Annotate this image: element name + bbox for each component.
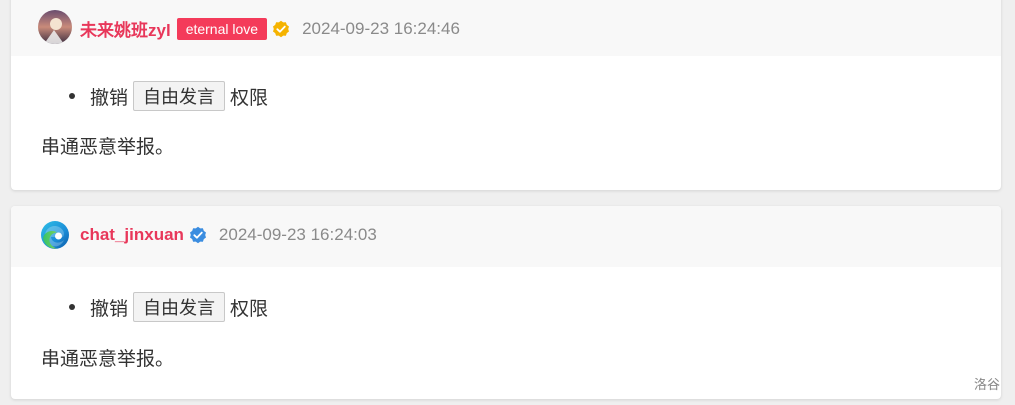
- timestamp: 2024-09-23 16:24:46: [302, 18, 460, 38]
- permission-tag: 自由发言: [133, 81, 226, 111]
- site-watermark: 洛谷: [973, 377, 1000, 392]
- username-link[interactable]: 未来姚班zyl: [80, 16, 171, 41]
- action-text: 撤销: [90, 298, 129, 320]
- list-item: 撤销 自由发言 权限: [69, 292, 268, 322]
- bullet-icon: [69, 304, 75, 310]
- permission-tag: 自由发言: [133, 292, 226, 322]
- card-header: chat_jinxuan 2024-09-23 16:24:03: [11, 206, 1001, 267]
- edge-logo-icon: [41, 221, 69, 249]
- reason-text: 串通恶意举报。: [41, 349, 175, 370]
- avatar[interactable]: [40, 220, 70, 250]
- suffix-text: 权限: [230, 298, 269, 320]
- suffix-text: 权限: [230, 87, 269, 109]
- action-text: 撤销: [90, 87, 129, 109]
- avatar-image: [38, 10, 72, 44]
- avatar[interactable]: [38, 10, 72, 44]
- record-card: 未来姚班zyl eternal love 2024-09-23 16:24:46…: [11, 0, 1001, 190]
- card-header: 未来姚班zyl eternal love 2024-09-23 16:24:46: [11, 0, 1001, 56]
- bullet-icon: [69, 93, 75, 99]
- verified-icon: [272, 20, 290, 38]
- user-badge: eternal love: [176, 17, 268, 40]
- list-item: 撤销 自由发言 权限: [69, 81, 268, 111]
- timestamp: 2024-09-23 16:24:03: [218, 225, 377, 244]
- record-card: chat_jinxuan 2024-09-23 16:24:03 撤销 自由发言…: [11, 206, 1001, 399]
- username-link[interactable]: chat_jinxuan: [80, 225, 184, 245]
- verified-icon: [189, 226, 207, 244]
- reason-text: 串通恶意举报。: [41, 137, 175, 158]
- post-meta: chat_jinxuan 2024-09-23 16:24:03: [80, 225, 377, 245]
- post-meta: 未来姚班zyl eternal love 2024-09-23 16:24:46: [80, 16, 460, 41]
